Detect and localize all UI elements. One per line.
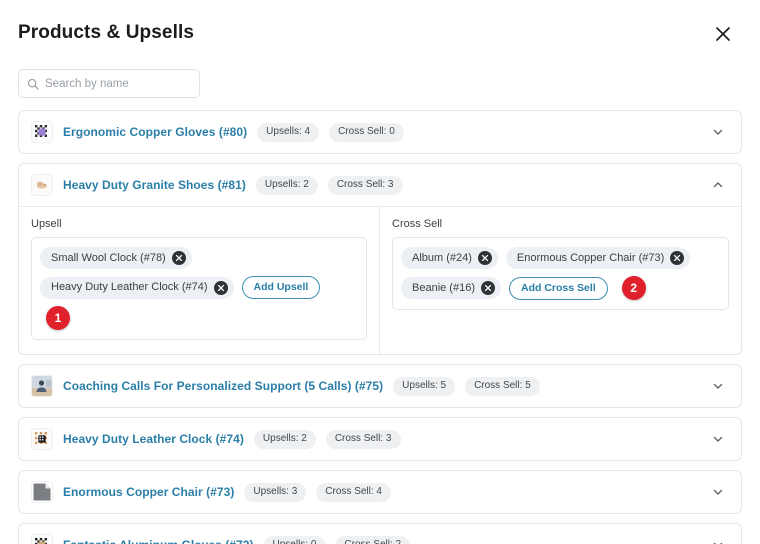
- upsell-section: Upsell Small Wool Clock (#78) Heavy Duty…: [19, 207, 380, 354]
- chevron-down-icon[interactable]: [709, 377, 727, 395]
- product-name-link[interactable]: Fantastic Aluminum Gloves (#72): [63, 538, 254, 544]
- cross-sell-section-label: Cross Sell: [392, 218, 443, 230]
- cross-sell-count-badge: Cross Sell: 0: [329, 122, 404, 142]
- upsell-chip-container: Small Wool Clock (#78) Heavy Duty Leathe…: [31, 237, 367, 340]
- cross-sell-chip-label: Enormous Copper Chair (#73): [516, 251, 665, 264]
- cross-sell-chip[interactable]: Album (#24): [401, 247, 498, 269]
- upsell-cross-sell-panel: Upsell Small Wool Clock (#78) Heavy Duty…: [19, 206, 741, 354]
- modal-header: Products & Upsells: [14, 16, 746, 47]
- product-row[interactable]: Heavy Duty Granite Shoes (#81) Upsells: …: [19, 164, 741, 206]
- upsell-chip-label: Heavy Duty Leather Clock (#74): [51, 281, 208, 293]
- checkered-tan-thumbnail-icon: [31, 534, 53, 544]
- product-name-link[interactable]: Coaching Calls For Personalized Support …: [63, 379, 383, 393]
- product-name-link[interactable]: Enormous Copper Chair (#73): [63, 485, 234, 499]
- product-row[interactable]: Ergonomic Copper Gloves (#80) Upsells: 4…: [19, 111, 741, 153]
- beige-shoe-thumbnail-icon: [31, 174, 53, 196]
- step-marker-2: 2: [621, 276, 646, 300]
- chevron-down-icon[interactable]: [709, 536, 727, 544]
- search-input[interactable]: [45, 77, 191, 90]
- cross-sell-chip-label: Beanie (#16): [412, 281, 475, 294]
- product-card: Enormous Copper Chair (#73) Upsells: 3 C…: [18, 470, 742, 514]
- add-upsell-button[interactable]: Add Upsell: [241, 276, 321, 299]
- add-cross-sell-button[interactable]: Add Cross Sell: [509, 276, 608, 300]
- product-card: Ergonomic Copper Gloves (#80) Upsells: 4…: [18, 110, 742, 154]
- page-title: Products & Upsells: [18, 22, 195, 43]
- search-icon: [27, 78, 39, 90]
- product-card: Heavy Duty Leather Clock (#74) Upsells: …: [18, 417, 742, 461]
- cross-sell-chip-container: Album (#24) Enormous Copper Chair (#73): [392, 237, 729, 310]
- step-marker-1: 1: [46, 306, 70, 330]
- product-name-link[interactable]: Ergonomic Copper Gloves (#80): [63, 125, 247, 139]
- remove-chip-icon[interactable]: [670, 251, 685, 265]
- product-row[interactable]: Enormous Copper Chair (#73) Upsells: 3 C…: [19, 471, 741, 513]
- upsells-count-badge: Upsells: 5: [393, 376, 456, 396]
- cross-sell-chip[interactable]: Beanie (#16): [401, 277, 501, 299]
- upsells-count-badge: Upsells: 4: [257, 122, 320, 142]
- gray-placeholder-thumbnail-icon: [31, 481, 53, 503]
- cross-sell-chip-label: Album (#24): [412, 251, 472, 264]
- product-row[interactable]: Coaching Calls For Personalized Support …: [19, 365, 741, 407]
- upsells-count-badge: Upsells: 2: [255, 175, 318, 195]
- upsell-chip[interactable]: Heavy Duty Leather Clock (#74): [40, 276, 234, 299]
- chevron-down-icon[interactable]: [709, 483, 727, 501]
- product-row[interactable]: Heavy Duty Leather Clock (#74) Upsells: …: [19, 418, 741, 460]
- upsell-chip[interactable]: Small Wool Clock (#78): [40, 247, 192, 269]
- upsell-chip-label: Small Wool Clock (#78): [51, 251, 166, 264]
- cross-sell-count-badge: Cross Sell: 5: [465, 376, 540, 396]
- remove-chip-icon[interactable]: [477, 251, 492, 265]
- close-icon[interactable]: [710, 21, 736, 47]
- remove-chip-icon[interactable]: [171, 251, 186, 265]
- chevron-up-icon[interactable]: [709, 176, 727, 194]
- product-name-link[interactable]: Heavy Duty Granite Shoes (#81): [63, 178, 246, 192]
- cross-sell-count-badge: Cross Sell: 3: [327, 175, 403, 195]
- cross-sell-chip[interactable]: Enormous Copper Chair (#73): [505, 247, 691, 269]
- chevron-down-icon[interactable]: [709, 430, 727, 448]
- product-list: Ergonomic Copper Gloves (#80) Upsells: 4…: [14, 110, 746, 544]
- product-card-expanded: Heavy Duty Granite Shoes (#81) Upsells: …: [18, 163, 742, 355]
- products-upsells-modal: Products & Upsells Search by name Ergono…: [0, 0, 760, 544]
- checkered-orange-thumbnail-icon: [31, 428, 53, 450]
- search-box[interactable]: [18, 69, 200, 98]
- chevron-down-icon[interactable]: [709, 123, 727, 141]
- product-card: Coaching Calls For Personalized Support …: [18, 364, 742, 408]
- remove-chip-icon[interactable]: [213, 280, 228, 295]
- product-card: Fantastic Aluminum Gloves (#72) Upsells:…: [18, 523, 742, 544]
- product-name-link[interactable]: Heavy Duty Leather Clock (#74): [63, 432, 244, 446]
- cross-sell-count-badge: Cross Sell: 4: [316, 482, 391, 502]
- remove-chip-icon[interactable]: [481, 281, 495, 295]
- product-row[interactable]: Fantastic Aluminum Gloves (#72) Upsells:…: [19, 524, 741, 544]
- upsell-section-label: Upsell: [31, 218, 62, 230]
- cross-sell-count-badge: Cross Sell: 2: [335, 535, 411, 544]
- photo-person-thumbnail-icon: [31, 375, 53, 397]
- cross-sell-section: Cross Sell Album (#24) Enormous Copper C…: [380, 207, 741, 354]
- upsells-count-badge: Upsells: 3: [244, 482, 307, 502]
- upsells-count-badge: Upsells: 0: [263, 535, 326, 544]
- checkered-purple-thumbnail-icon: [31, 121, 53, 143]
- cross-sell-count-badge: Cross Sell: 3: [325, 429, 401, 449]
- upsells-count-badge: Upsells: 2: [253, 429, 316, 449]
